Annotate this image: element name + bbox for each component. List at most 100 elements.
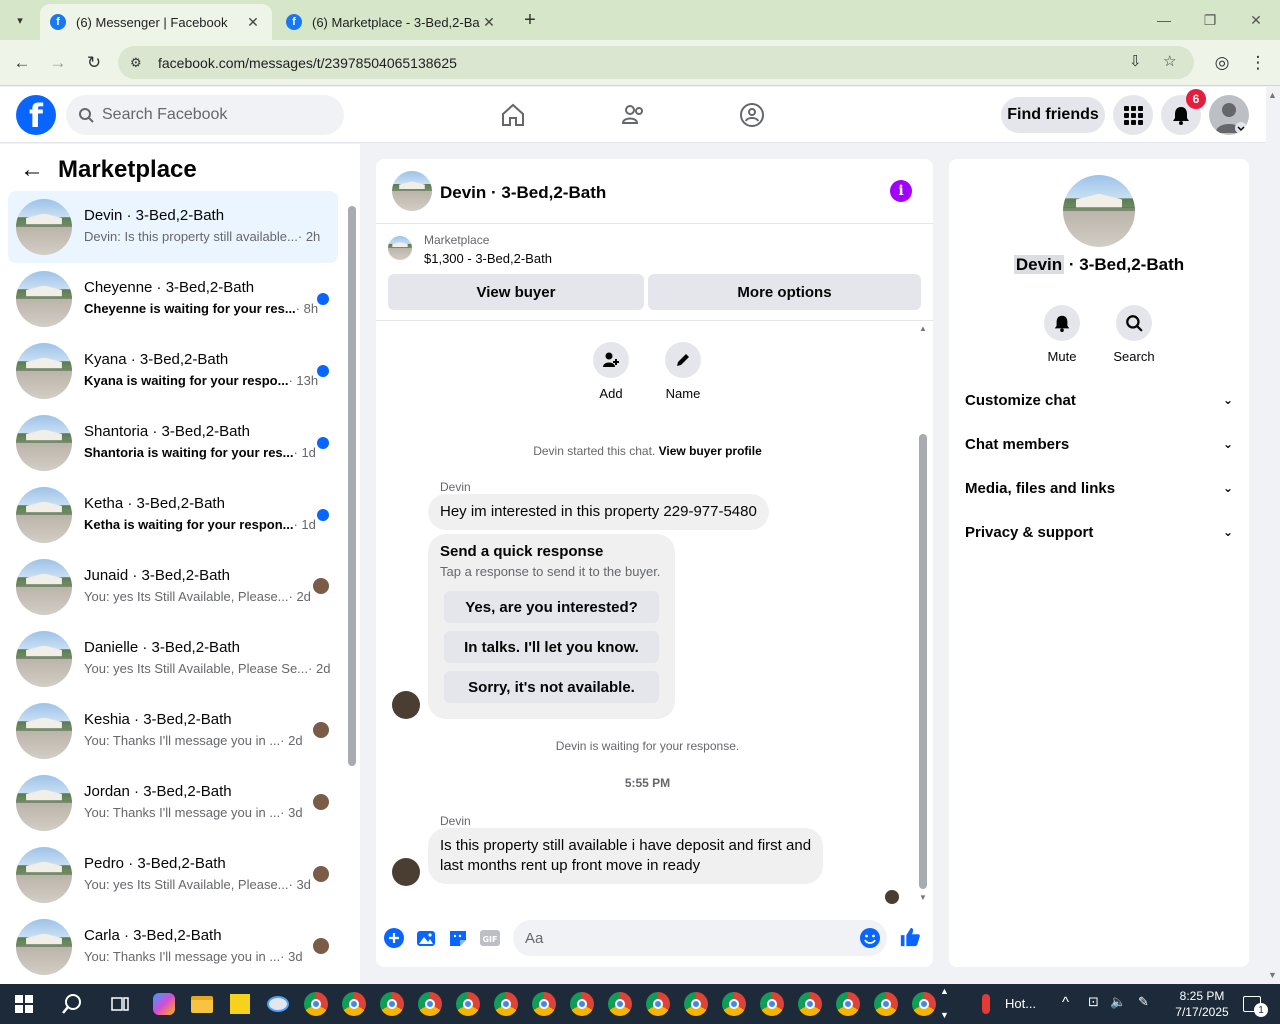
listing-price[interactable]: $1,300 - 3-Bed,2-Bath (424, 251, 552, 266)
privacy-support-section[interactable]: Privacy & support ⌄ (965, 510, 1233, 554)
file-explorer-icon[interactable] (186, 988, 218, 1020)
reload-button[interactable]: ↻ (81, 50, 107, 76)
url-text[interactable]: facebook.com/messages/t/2397850406513862… (158, 55, 457, 71)
chrome-taskbar-icon[interactable] (756, 988, 788, 1020)
tray-chevron-icon[interactable]: ^ (1062, 994, 1069, 1011)
photo-icon[interactable] (415, 927, 437, 949)
chrome-taskbar-icon[interactable] (528, 988, 560, 1020)
more-options-button[interactable]: More options (648, 274, 921, 310)
chat-avatar[interactable] (392, 171, 432, 211)
tab-search-dropdown[interactable]: ▾ (8, 8, 32, 32)
chrome-taskbar-icon[interactable] (338, 988, 370, 1020)
info-icon[interactable]: i (890, 180, 912, 202)
back-button[interactable]: ← (9, 50, 35, 76)
conversation-item[interactable]: Danielle · 3-Bed,2-Bath You: yes Its Stil… (8, 623, 338, 695)
home-nav-icon[interactable] (495, 97, 531, 133)
sidebar-scrollbar[interactable] (348, 206, 356, 766)
view-buyer-profile-link[interactable]: View buyer profile (659, 444, 762, 458)
paint-icon[interactable] (262, 988, 294, 1020)
plus-icon[interactable] (383, 927, 405, 949)
quick-response-in-talks-button[interactable]: In talks. I'll let you know. (444, 631, 659, 663)
chrome-taskbar-icon[interactable] (604, 988, 636, 1020)
friends-nav-icon[interactable] (615, 97, 651, 133)
tab-messenger[interactable]: f (6) Messenger | Facebook ✕ (40, 4, 272, 40)
taskbar-scroll-up-arrow[interactable]: ▲ (940, 986, 949, 996)
conversation-item[interactable]: Pedro · 3-Bed,2-Bath You: yes Its Still A… (8, 839, 338, 911)
conversation-item[interactable]: Devin · 3-Bed,2-Bath Devin: Is this prope… (8, 191, 338, 263)
install-app-icon[interactable]: ⇩ (1129, 52, 1142, 70)
network-icon[interactable]: ⊡ (1088, 994, 1099, 1010)
weather-text[interactable]: Hot... (1005, 996, 1036, 1011)
pen-icon[interactable]: ✎ (1138, 994, 1149, 1010)
find-friends-button[interactable]: Find friends (1001, 97, 1105, 133)
sender-avatar[interactable] (392, 858, 420, 886)
mute-action[interactable]: Mute (1032, 305, 1092, 364)
chat-scrollbar[interactable] (919, 434, 927, 889)
minimize-button[interactable]: — (1144, 8, 1184, 32)
quick-response-not-available-button[interactable]: Sorry, it's not available. (444, 671, 659, 703)
conversation-item[interactable]: Cheyenne · 3-Bed,2-Bath Cheyenne is waiti… (8, 263, 338, 335)
conversation-item[interactable]: Kyana · 3-Bed,2-Bath Kyana is waiting for… (8, 335, 338, 407)
sticky-notes-icon[interactable] (224, 988, 256, 1020)
chrome-taskbar-icon[interactable] (376, 988, 408, 1020)
menu-grid-icon[interactable] (1113, 95, 1153, 135)
close-tab-icon[interactable]: ✕ (244, 14, 262, 31)
search-input[interactable] (102, 106, 322, 124)
browser-menu-icon[interactable]: ⋮ (1245, 50, 1271, 76)
page-scroll-down-arrow[interactable]: ▼ (1268, 970, 1277, 980)
chat-title[interactable]: Devin · 3-Bed,2-Bath (440, 183, 606, 203)
conversation-item[interactable]: Shantoria · 3-Bed,2-Bath Shantoria is wai… (8, 407, 338, 479)
site-info-icon[interactable]: ⚙ (130, 55, 154, 71)
message-bubble[interactable]: Hey im interested in this property 229-9… (428, 494, 769, 530)
tab-marketplace[interactable]: f (6) Marketplace - 3-Bed,2-Bath ✕ (276, 4, 508, 40)
message-input[interactable] (525, 929, 825, 947)
chrome-taskbar-icon[interactable] (794, 988, 826, 1020)
add-people-action[interactable]: Add (581, 342, 641, 401)
forward-button[interactable]: → (45, 50, 71, 76)
conversation-item[interactable]: Ketha · 3-Bed,2-Bath Ketha is waiting for… (8, 479, 338, 551)
chrome-taskbar-icon[interactable] (908, 988, 940, 1020)
facebook-search[interactable] (66, 95, 344, 135)
media-files-links-section[interactable]: Media, files and links ⌄ (965, 466, 1233, 510)
message-input-box[interactable] (513, 920, 887, 956)
groups-nav-icon[interactable] (734, 97, 770, 133)
taskbar-scroll-down-arrow[interactable]: ▼ (940, 1010, 949, 1020)
bookmark-star-icon[interactable]: ☆ (1163, 52, 1176, 70)
chrome-taskbar-icon[interactable] (490, 988, 522, 1020)
copilot-icon[interactable] (148, 988, 180, 1020)
task-view-icon[interactable] (104, 988, 136, 1020)
message-bubble[interactable]: Is this property still available i have … (428, 828, 824, 884)
chrome-taskbar-icon[interactable] (642, 988, 674, 1020)
back-arrow-icon[interactable]: ← (20, 156, 44, 184)
search-action[interactable]: Search (1104, 305, 1164, 364)
new-tab-button[interactable]: + (518, 8, 542, 32)
sticker-icon[interactable] (447, 927, 469, 949)
listing-thumbnail[interactable] (388, 236, 412, 260)
volume-icon[interactable]: 🔈 (1110, 994, 1126, 1010)
conversation-item[interactable]: Jordan · 3-Bed,2-Bath You: Thanks I'll me… (8, 767, 338, 839)
chrome-taskbar-icon[interactable] (832, 988, 864, 1020)
conversation-item[interactable]: Junaid · 3-Bed,2-Bath You: yes Its Still … (8, 551, 338, 623)
details-avatar[interactable] (1063, 175, 1135, 247)
notification-center-icon[interactable]: 1 (1236, 988, 1268, 1020)
chrome-taskbar-icon[interactable] (680, 988, 712, 1020)
chat-members-section[interactable]: Chat members ⌄ (965, 422, 1233, 466)
emoji-icon[interactable] (859, 927, 881, 952)
taskbar-clock[interactable]: 8:25 PM 7/17/2025 (1172, 988, 1232, 1020)
name-chat-action[interactable]: Name (653, 342, 713, 401)
sender-avatar[interactable] (392, 691, 420, 719)
chrome-taskbar-icon[interactable] (566, 988, 598, 1020)
conversation-item[interactable]: Carla · 3-Bed,2-Bath You: Thanks I'll mes… (8, 911, 338, 983)
facebook-logo-icon[interactable]: f (16, 95, 56, 135)
chrome-taskbar-icon[interactable] (870, 988, 902, 1020)
view-buyer-button[interactable]: View buyer (388, 274, 644, 310)
gif-icon[interactable]: GIF (479, 927, 501, 949)
chrome-taskbar-icon[interactable] (718, 988, 750, 1020)
chrome-taskbar-icon[interactable] (452, 988, 484, 1020)
conversation-item[interactable]: Keshia · 3-Bed,2-Bath You: Thanks I'll me… (8, 695, 338, 767)
taskbar-search-icon[interactable] (56, 988, 88, 1020)
restore-button[interactable]: ❐ (1190, 8, 1230, 32)
omnibox[interactable]: ⚙ facebook.com/messages/t/23978504065138… (118, 46, 1194, 79)
scroll-up-arrow[interactable]: ▲ (919, 324, 927, 333)
close-tab-icon[interactable]: ✕ (480, 14, 498, 31)
